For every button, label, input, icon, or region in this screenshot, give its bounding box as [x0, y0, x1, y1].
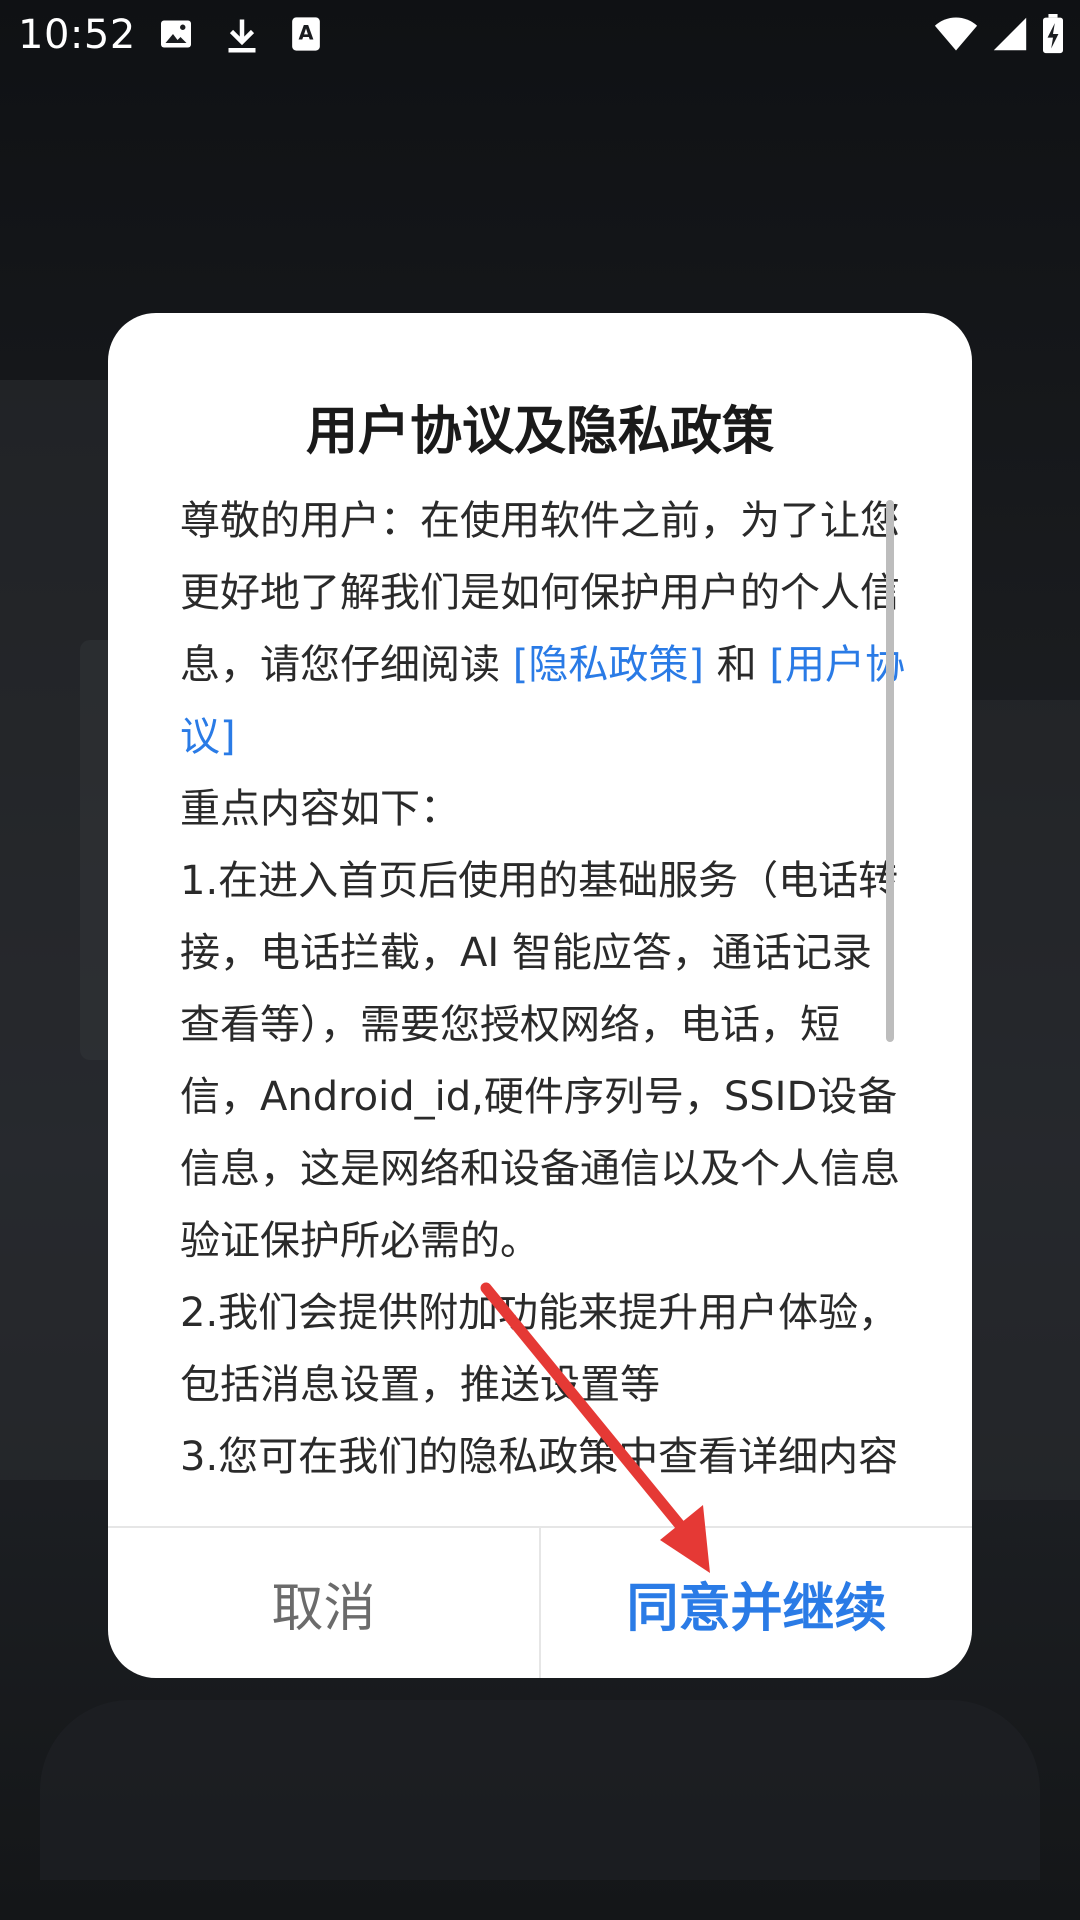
privacy-dialog: 用户协议及隐私政策 尊敬的用户：在使用软件之前，为了让您更好地了解我们是如何保护…	[108, 313, 972, 1678]
screen: 10:52 A 用户协议及隐私政策 尊敬的用户：在使用软件之前，为了让您更好地了…	[0, 0, 1080, 1920]
privacy-policy-link[interactable]: [隐私政策]	[513, 642, 704, 688]
and-text: 和	[703, 642, 770, 688]
intro-paragraph: 尊敬的用户：在使用软件之前，为了让您更好地了解我们是如何保护用户的个人信息，请您…	[180, 485, 910, 773]
battery-charging-icon	[1042, 14, 1064, 54]
signal-icon	[992, 15, 1028, 53]
key-points-heading: 重点内容如下：	[180, 786, 460, 832]
dialog-title: 用户协议及隐私政策	[305, 402, 774, 462]
agree-and-continue-button[interactable]: 同意并继续	[541, 1528, 972, 1678]
scrollbar-thumb[interactable]	[886, 500, 894, 1042]
status-time: 10:52	[18, 12, 136, 58]
image-icon	[158, 16, 194, 56]
svg-text:A: A	[299, 22, 314, 45]
system-icons	[934, 14, 1064, 54]
download-icon	[224, 16, 260, 56]
notification-icons: A	[158, 16, 322, 56]
point-1: 1.在进入首页后使用的基础服务（电话转接，电话拦截，AI 智能应答，通话记录查看…	[180, 858, 900, 1264]
background-shape	[40, 1700, 1040, 1880]
background-shape	[960, 700, 1080, 1500]
point-3: 3.您可在我们的隐私政策中查看详细内容	[180, 1434, 899, 1480]
point-2: 2.我们会提供附加功能来提升用户体验，包括消息设置，推送设置等	[180, 1290, 899, 1408]
wifi-icon	[934, 15, 978, 53]
dialog-body[interactable]: 尊敬的用户：在使用软件之前，为了让您更好地了解我们是如何保护用户的个人信息，请您…	[180, 485, 910, 1545]
status-bar: 10:52 A	[0, 0, 1080, 72]
cancel-button[interactable]: 取消	[108, 1528, 539, 1678]
font-icon: A	[290, 16, 322, 56]
